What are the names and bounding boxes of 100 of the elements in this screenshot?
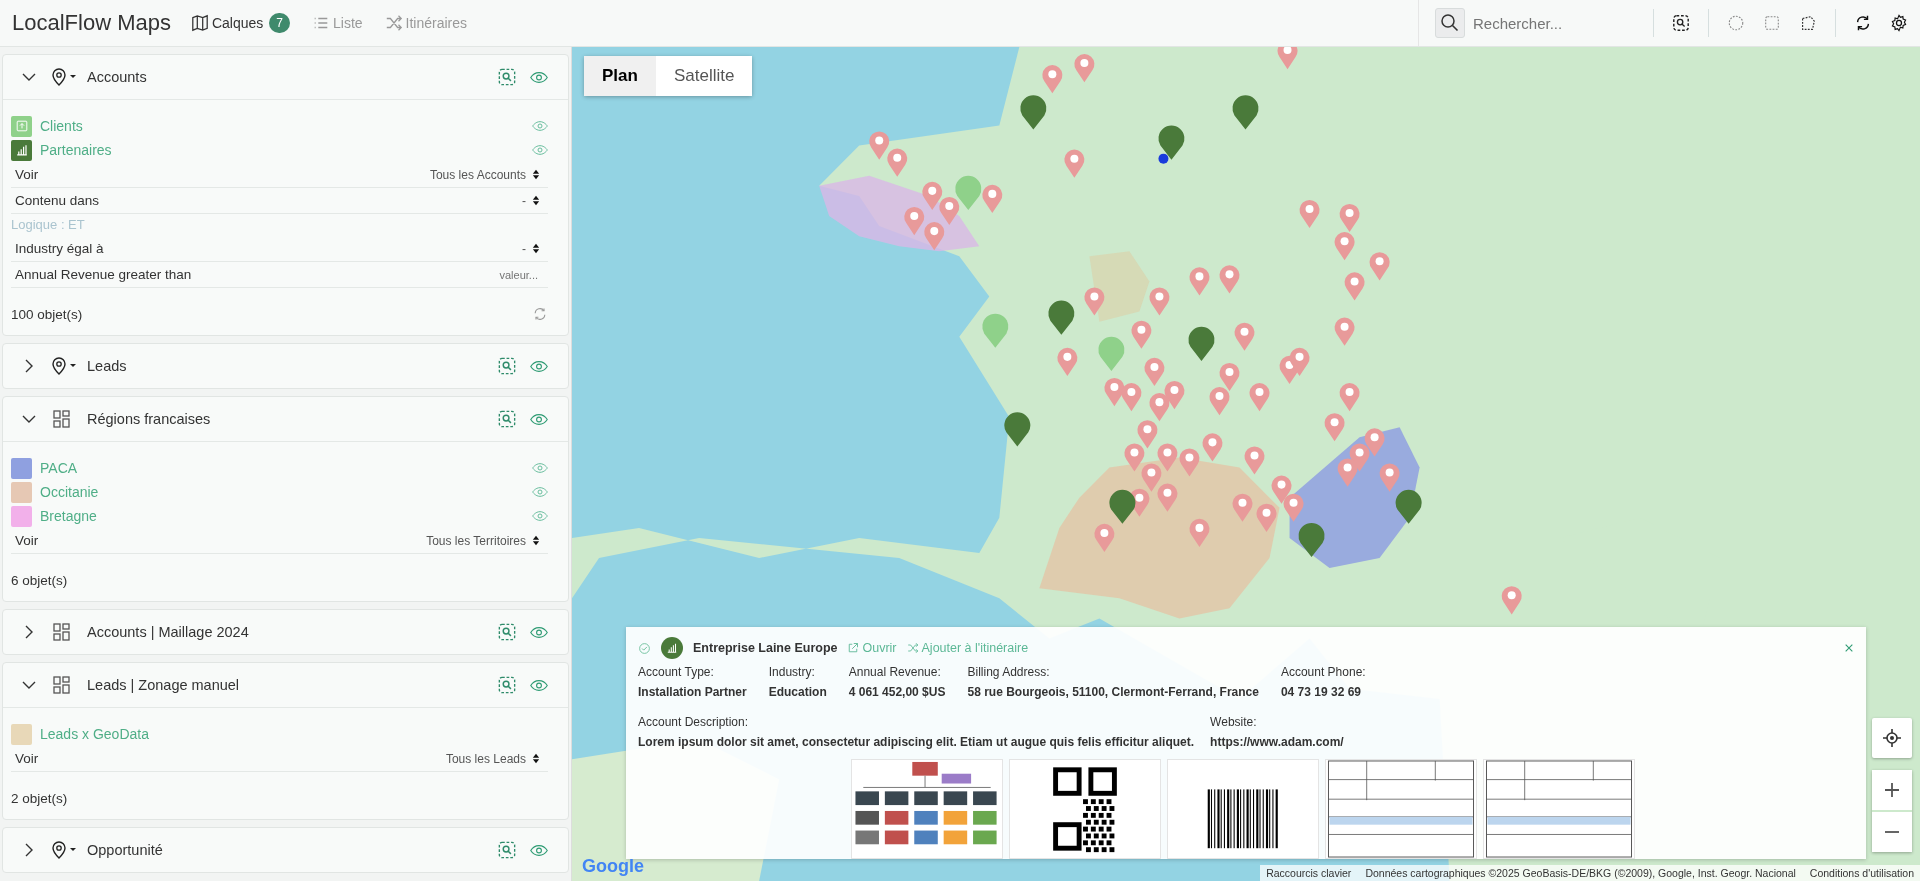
zoom-to-area-icon[interactable]	[498, 357, 516, 375]
object-count: 6 objet(s)	[11, 572, 68, 588]
map-pin[interactable]	[1048, 300, 1075, 335]
polygon-select-icon[interactable]	[1799, 14, 1817, 32]
zoom-to-area-icon[interactable]	[498, 676, 516, 694]
visibility-eye-icon[interactable]	[532, 462, 548, 474]
open-icon	[847, 642, 860, 654]
map-type-tab[interactable]: Plan	[584, 56, 656, 96]
map-pin[interactable]	[1188, 326, 1215, 361]
object-count: 100 objet(s)	[11, 306, 83, 322]
sort-arrows-icon	[532, 243, 540, 254]
zoom-to-area-icon[interactable]	[498, 410, 516, 428]
filter-label: Industry égal à	[15, 241, 105, 256]
layer-title: Accounts	[87, 69, 148, 85]
filter-label: Voir	[15, 751, 40, 766]
visibility-eye-icon[interactable]	[530, 625, 548, 639]
field-label: Account Type:	[638, 665, 715, 679]
zoom-in-button[interactable]	[1872, 770, 1912, 810]
field-value: 4 061 452,00 $US	[848, 685, 946, 699]
org-chart-thumbnail[interactable]	[851, 759, 1003, 859]
map-type-tab[interactable]: Satellite	[655, 56, 753, 96]
account-name: Entreprise Laine Europe	[693, 641, 838, 655]
field-value: 04 73 19 32 69	[1280, 685, 1362, 699]
logic-label: Logique : ET	[11, 216, 86, 234]
refresh-icon[interactable]	[1854, 14, 1872, 32]
map-pin[interactable]	[1232, 95, 1259, 130]
barcode-thumbnail[interactable]	[1167, 759, 1319, 859]
filter-select[interactable]: Tous les Leads	[445, 751, 540, 766]
close-icon[interactable]	[1844, 643, 1854, 653]
zoom-to-area-icon[interactable]	[498, 68, 516, 86]
search-button[interactable]	[1435, 8, 1465, 38]
filter-label: Voir	[15, 533, 40, 548]
shuffle-icon	[906, 642, 919, 654]
field-value: Education	[768, 685, 827, 699]
visibility-eye-icon[interactable]	[530, 70, 548, 84]
layer-title: Accounts | Maillage 2024	[87, 624, 250, 640]
layer-title: Leads | Zonage manuel	[87, 677, 241, 693]
zoom-to-area-icon[interactable]	[498, 841, 516, 859]
filter-label: Contenu dans	[15, 193, 101, 208]
object-count: 2 objet(s)	[11, 790, 68, 806]
map-logo: Google	[582, 856, 644, 877]
nav-tab[interactable]: Calques 7	[186, 13, 294, 33]
field-label: Annual Revenue:	[848, 665, 942, 679]
sort-arrows-icon	[532, 195, 540, 206]
app-title: LocalFlow Maps	[11, 10, 172, 36]
field-value: https://www.adam.com/	[1210, 735, 1344, 749]
visibility-eye-icon[interactable]	[530, 678, 548, 692]
filter-label: Voir	[15, 167, 40, 182]
map-pin[interactable]	[1395, 489, 1422, 524]
filter-select[interactable]: -	[522, 241, 540, 256]
map-pin[interactable]	[1020, 95, 1047, 130]
filter-select[interactable]: Tous les Territoires	[426, 533, 540, 548]
field-label: Account Description:	[638, 715, 750, 729]
map-pin[interactable]	[1298, 522, 1325, 558]
building-avatar-icon	[661, 637, 683, 659]
pin-dropdown-icon[interactable]	[51, 356, 79, 376]
field-value: Installation Partner	[638, 685, 747, 699]
visibility-eye-icon[interactable]	[532, 510, 548, 522]
map-pin[interactable]	[1109, 489, 1136, 524]
attribution-text[interactable]: Raccourcis clavier	[1266, 867, 1352, 879]
filter-select[interactable]: -	[522, 193, 540, 208]
document-thumbnail[interactable]	[1483, 759, 1635, 859]
map-icon	[190, 14, 209, 32]
pin-dropdown-icon[interactable]	[51, 840, 79, 860]
layer-title: Régions francaises	[87, 411, 212, 427]
filter-label: Annual Revenue greater than	[15, 267, 193, 282]
check-icon[interactable]	[638, 641, 651, 655]
field-label: Billing Address:	[967, 665, 1051, 679]
qr-code-thumbnail[interactable]	[1009, 759, 1161, 859]
sort-arrows-icon	[532, 169, 540, 180]
field-label: Industry:	[768, 665, 816, 679]
area-search-icon[interactable]	[1672, 14, 1690, 32]
minus-icon	[1885, 831, 1899, 833]
attribution-text[interactable]: Conditions d'utilisation	[1809, 867, 1914, 879]
attribution-text[interactable]: Données cartographiques ©2025 GeoBasis-DE/BKG (©2009), Google, Inst. Geogr. Nacional	[1365, 867, 1796, 879]
layer-title: Opportunité	[87, 842, 164, 858]
field-value: Lorem ipsum dolor sit amet, consectetur adipiscing elit. Etiam ut augue quis felis efficitur aliquet.	[638, 735, 1195, 749]
circle-select-icon[interactable]	[1727, 14, 1745, 32]
pin-dropdown-icon[interactable]	[51, 67, 79, 87]
visibility-eye-icon[interactable]	[530, 359, 548, 373]
crosshair-icon	[1882, 728, 1902, 748]
map-pin[interactable]	[1004, 412, 1031, 447]
my-location-button[interactable]	[1872, 718, 1912, 758]
zoom-to-area-icon[interactable]	[498, 623, 516, 641]
filter-select[interactable]: Tous les Accounts	[429, 167, 540, 182]
visibility-eye-icon[interactable]	[532, 144, 548, 156]
document-thumbnail[interactable]	[1325, 759, 1477, 859]
visibility-eye-icon[interactable]	[530, 412, 548, 426]
field-label: Account Phone:	[1280, 665, 1366, 679]
map-pin[interactable]	[1158, 125, 1185, 160]
settings-icon[interactable]	[1890, 14, 1908, 32]
territory-region[interactable]	[1089, 251, 1150, 322]
rectangle-select-icon[interactable]	[1763, 14, 1781, 32]
visibility-eye-icon[interactable]	[532, 486, 548, 498]
search-input[interactable]: Rechercher...	[1465, 13, 1635, 33]
visibility-eye-icon[interactable]	[530, 843, 548, 857]
field-value: 58 rue Bourgeois, 51100, Clermont-Ferrand, France	[967, 685, 1259, 699]
value-input[interactable]: valeur...	[416, 267, 540, 282]
plus-icon	[1885, 783, 1899, 797]
visibility-eye-icon[interactable]	[532, 120, 548, 132]
